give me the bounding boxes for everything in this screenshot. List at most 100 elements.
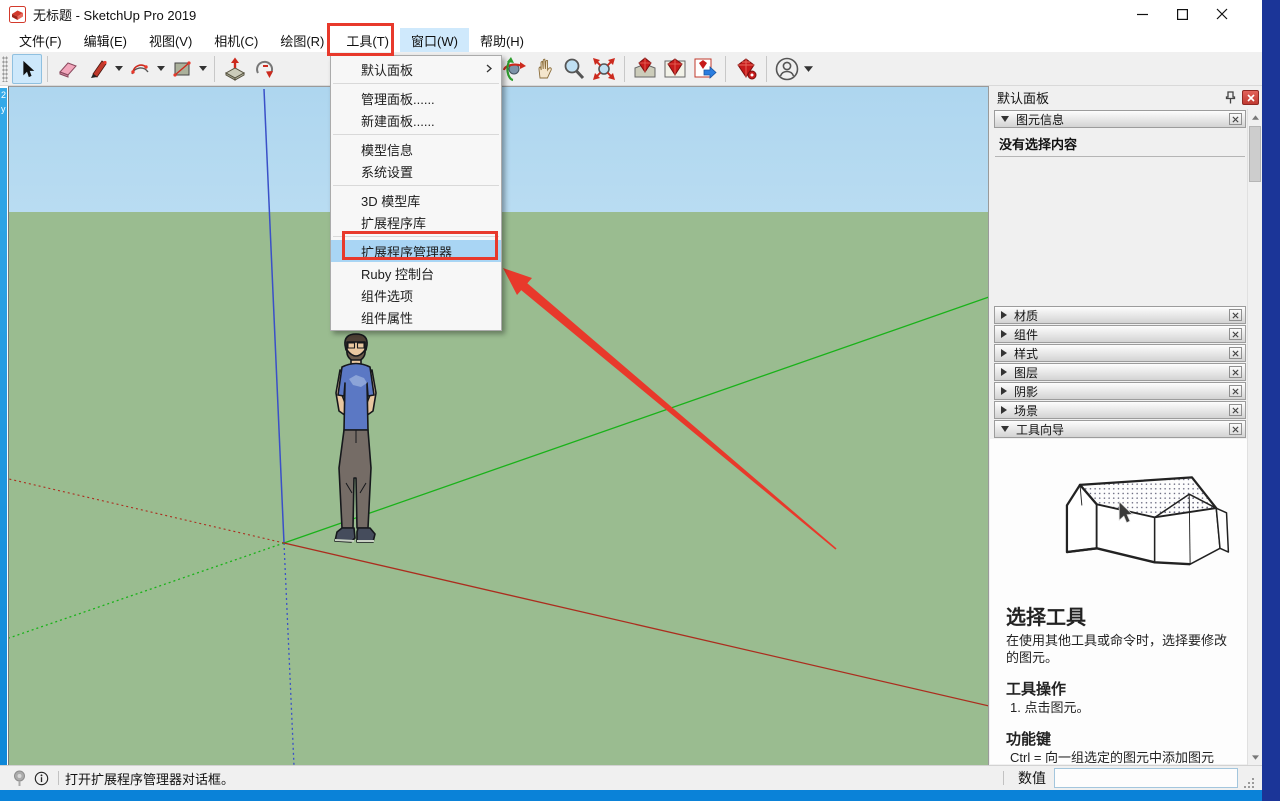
menu-item-model-info[interactable]: 模型信息 (331, 138, 501, 160)
menu-draw[interactable]: 绘图(R) (269, 28, 335, 52)
measurement-input[interactable] (1054, 768, 1238, 788)
section-entity-info[interactable]: 图元信息 (994, 110, 1246, 128)
section-label: 图层 (1014, 364, 1229, 381)
sketchup-logo-icon (9, 6, 26, 23)
section-label: 图元信息 (1016, 111, 1229, 128)
minimize-button[interactable] (1122, 0, 1162, 28)
eraser-tool-button[interactable] (53, 54, 83, 84)
menu-edit[interactable]: 编辑(E) (73, 28, 138, 52)
close-button[interactable] (1202, 0, 1242, 28)
menu-window[interactable]: 窗口(W) (400, 28, 469, 52)
section-close-button[interactable] (1229, 385, 1242, 397)
select-tool-button[interactable] (12, 54, 42, 84)
triangle-collapsed-icon (1001, 406, 1007, 414)
menu-help[interactable]: 帮助(H) (469, 28, 535, 52)
credits-info-button[interactable] (30, 771, 52, 786)
line-tool-dropdown[interactable] (113, 54, 125, 84)
menu-item-default-panel[interactable]: 默认面板 (331, 58, 501, 80)
menu-item-label: Ruby 控制台 (361, 264, 434, 283)
scroll-down-button[interactable] (1248, 749, 1262, 765)
line-tool-button[interactable] (83, 54, 113, 84)
follow-me-tool-button[interactable] (250, 54, 280, 84)
orbit-tool-button[interactable] (499, 54, 529, 84)
section-layers[interactable]: 图层 (994, 363, 1246, 381)
section-close-button[interactable] (1229, 366, 1242, 378)
chevron-up-icon (1252, 115, 1259, 120)
maximize-button[interactable] (1162, 0, 1202, 28)
panel-close-button[interactable] (1242, 90, 1259, 105)
menu-item-component-options[interactable]: 组件选项 (331, 284, 501, 306)
status-bar: 打开扩展程序管理器对话框。 数值 (0, 765, 1262, 790)
push-pull-tool-button[interactable] (220, 54, 250, 84)
menu-item-ruby-console[interactable]: Ruby 控制台 (331, 262, 501, 284)
zoom-tool-button[interactable] (559, 54, 589, 84)
arc-tool-dropdown[interactable] (155, 54, 167, 84)
section-shadows[interactable]: 阴影 (994, 382, 1246, 400)
entity-info-empty-message: 没有选择内容 (999, 134, 1077, 153)
close-icon (1232, 426, 1239, 433)
instructor-operation-step: 1. 点击图元。 (1006, 699, 1234, 716)
window-title: 无标题 - SketchUp Pro 2019 (33, 5, 196, 24)
extension-warehouse-button[interactable] (731, 54, 761, 84)
section-close-button[interactable] (1229, 309, 1242, 321)
menu-item-label: 系统设置 (361, 162, 413, 181)
panel-scrollbar[interactable] (1247, 109, 1262, 765)
rectangle-tool-button[interactable] (167, 54, 197, 84)
menu-item-preferences[interactable]: 系统设置 (331, 160, 501, 182)
arc-tool-button[interactable] (125, 54, 155, 84)
menu-item-3d-warehouse[interactable]: 3D 模型库 (331, 189, 501, 211)
share-component-icon (692, 56, 718, 82)
scroll-up-button[interactable] (1248, 109, 1262, 125)
close-icon (1232, 350, 1239, 357)
divider (995, 156, 1245, 157)
close-icon (1216, 8, 1228, 20)
menu-item-label: 默认面板 (361, 60, 413, 79)
rectangle-tool-dropdown[interactable] (197, 54, 209, 84)
section-close-button[interactable] (1229, 347, 1242, 359)
instructor-operation-heading: 工具操作 (1006, 678, 1234, 699)
toolbar-drag-handle[interactable] (2, 56, 8, 82)
section-close-button[interactable] (1229, 328, 1242, 340)
arc-icon (129, 58, 151, 80)
info-icon (34, 771, 49, 786)
share-component-button[interactable] (690, 54, 720, 84)
menu-item-new-panel[interactable]: 新建面板...... (331, 109, 501, 131)
pan-hand-icon (533, 58, 555, 80)
sign-in-button[interactable] (772, 54, 802, 84)
toolbar-separator (624, 56, 625, 82)
sign-in-dropdown[interactable] (802, 54, 814, 84)
section-close-button[interactable] (1229, 404, 1242, 416)
section-styles[interactable]: 样式 (994, 344, 1246, 362)
scrollbar-thumb[interactable] (1249, 126, 1261, 182)
section-close-button[interactable] (1229, 113, 1242, 125)
section-materials[interactable]: 材质 (994, 306, 1246, 324)
close-icon (1232, 331, 1239, 338)
close-icon (1247, 94, 1255, 102)
menu-item-extension-warehouse[interactable]: 扩展程序库 (331, 211, 501, 233)
menu-view[interactable]: 视图(V) (138, 28, 203, 52)
section-instructor[interactable]: 工具向导 (994, 420, 1246, 438)
zoom-extents-tool-button[interactable] (589, 54, 619, 84)
desktop-background-bottom (0, 790, 1262, 801)
pin-icon[interactable] (1225, 91, 1236, 104)
share-model-button[interactable] (660, 54, 690, 84)
geolocation-button[interactable] (8, 770, 30, 787)
minimize-icon (1137, 9, 1148, 20)
submenu-arrow-icon (486, 64, 492, 73)
menu-file[interactable]: 文件(F) (8, 28, 73, 52)
resize-grip[interactable] (1244, 778, 1256, 790)
section-components[interactable]: 组件 (994, 325, 1246, 343)
menu-camera[interactable]: 相机(C) (203, 28, 269, 52)
section-label: 样式 (1014, 345, 1229, 362)
menu-item-label: 组件属性 (361, 308, 413, 327)
triangle-expanded-icon (1001, 426, 1009, 432)
section-scenes[interactable]: 场景 (994, 401, 1246, 419)
zoom-icon (562, 57, 586, 81)
section-close-button[interactable] (1229, 423, 1242, 435)
toolbar-separator (725, 56, 726, 82)
pan-tool-button[interactable] (529, 54, 559, 84)
3d-warehouse-button[interactable] (630, 54, 660, 84)
menu-item-component-attributes[interactable]: 组件属性 (331, 306, 501, 328)
triangle-collapsed-icon (1001, 330, 1007, 338)
menu-item-manage-panels[interactable]: 管理面板...... (331, 87, 501, 109)
